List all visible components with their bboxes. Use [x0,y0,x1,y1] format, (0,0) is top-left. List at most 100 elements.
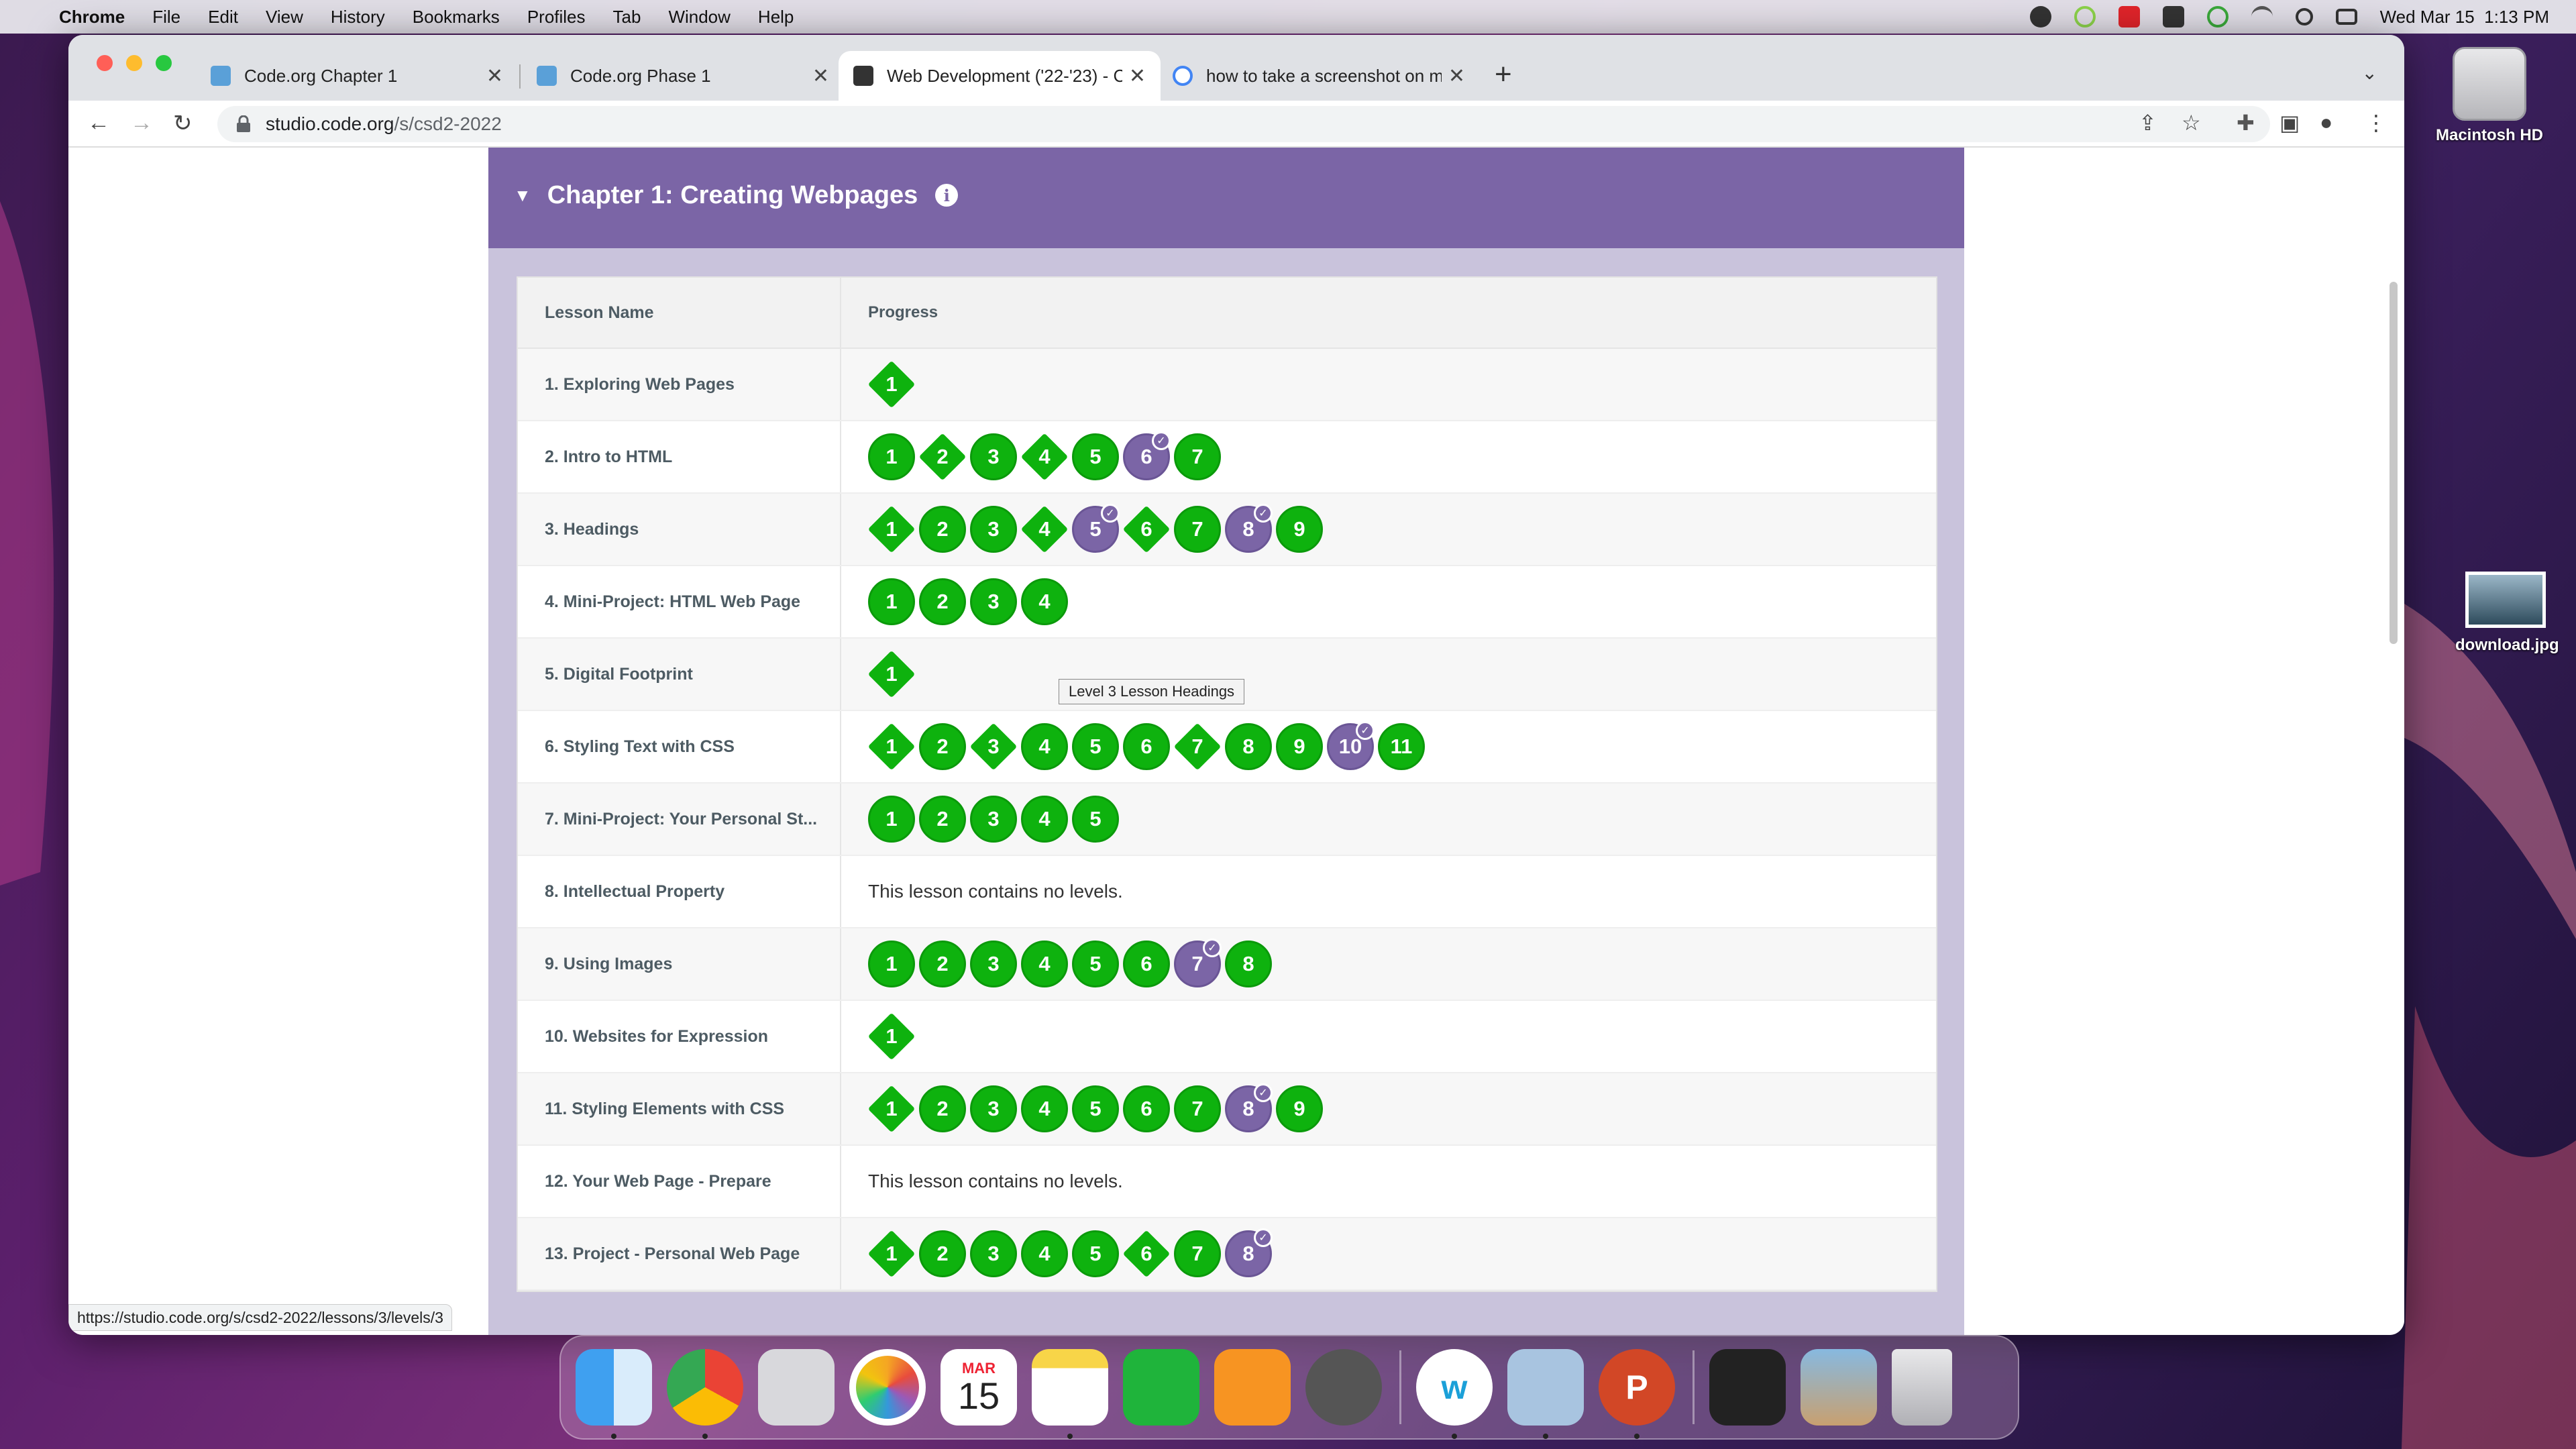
level-bubble[interactable]: 2 [919,433,966,480]
trash-icon[interactable] [1892,1349,1952,1426]
minimize-window-button[interactable] [126,55,142,71]
level-bubble[interactable]: 1 [868,723,915,770]
tab-code-org-phase-1[interactable]: Code.org Phase 1 ✕ [522,51,844,101]
acrobat-icon[interactable] [2118,6,2140,28]
level-bubble[interactable]: 2 [919,796,966,843]
level-bubble[interactable]: 3 [970,1085,1017,1132]
level-bubble[interactable]: 4 [1021,506,1068,553]
lesson-name[interactable]: 8. Intellectual Property [518,856,841,927]
tab-code-org-chapter-1[interactable]: Code.org Chapter 1 ✕ [196,51,518,101]
close-tab-icon[interactable]: ✕ [812,64,829,88]
scrollbar[interactable] [2390,282,2398,644]
menu-tab[interactable]: Tab [613,7,641,28]
level-bubble[interactable]: 1 [868,1230,915,1277]
level-bubble[interactable]: 2 [919,941,966,987]
tab-search-chevron-icon[interactable]: ⌄ [2362,62,2377,84]
level-bubble[interactable]: 2 [919,1230,966,1277]
control-center-icon[interactable] [2335,9,2357,25]
search-icon[interactable] [2295,8,2313,25]
sync-icon[interactable] [2074,6,2096,28]
level-bubble[interactable]: 5 [1072,433,1119,480]
numbers-icon[interactable] [1123,1349,1199,1426]
creative-cloud-icon[interactable] [2029,6,2051,28]
close-tab-icon[interactable]: ✕ [1448,64,1465,88]
pages-icon[interactable] [1214,1349,1291,1426]
level-bubble[interactable]: 5 [1072,941,1119,987]
level-bubble[interactable]: 8 ✓ [1225,1083,1273,1132]
dropbox-icon[interactable] [2162,6,2184,28]
level-bubble[interactable]: 1 [868,796,915,843]
lesson-name[interactable]: 2. Intro to HTML [518,421,841,492]
screen-recording-icon[interactable] [1709,1349,1786,1426]
menu-view[interactable]: View [266,7,303,28]
menu-window[interactable]: Window [668,7,730,28]
chapter-header[interactable]: ▼ Chapter 1: Creating Webpages i [488,148,1964,248]
lesson-name[interactable]: 7. Mini-Project: Your Personal St... [518,784,841,855]
extensions-puzzle-icon[interactable]: ✚ [2237,110,2255,136]
bookmark-star-icon[interactable]: ☆ [2182,110,2201,136]
level-bubble[interactable]: 1 [868,1085,915,1132]
finder-icon[interactable] [576,1349,652,1439]
level-bubble[interactable]: 7 [1174,433,1221,480]
level-bubble[interactable]: 1 [868,506,915,553]
menu-bookmarks[interactable]: Bookmarks [413,7,500,28]
level-bubble[interactable]: 7 [1174,1230,1221,1277]
close-tab-icon[interactable]: ✕ [1129,64,1146,88]
lesson-name[interactable]: 3. Headings [518,494,841,565]
reload-button[interactable]: ↻ [173,110,193,137]
menu-file[interactable]: File [152,7,180,28]
forward-button[interactable]: → [130,110,153,136]
level-bubble[interactable]: 2 [919,578,966,625]
level-bubble[interactable]: 7 [1174,506,1221,553]
close-tab-icon[interactable]: ✕ [486,64,503,88]
menu-edit[interactable]: Edit [208,7,238,28]
close-window-button[interactable] [97,55,113,71]
lesson-name[interactable]: 11. Styling Elements with CSS [518,1073,841,1144]
lesson-name[interactable]: 9. Using Images [518,928,841,1000]
chrome-icon[interactable] [667,1349,743,1439]
level-bubble[interactable]: 1 [868,433,915,480]
zoom-window-button[interactable] [156,55,172,71]
level-bubble[interactable]: 8 ✓ [1225,1228,1273,1277]
lesson-name[interactable]: 1. Exploring Web Pages [518,349,841,420]
level-bubble[interactable]: 3 [970,796,1017,843]
profile-avatar-icon[interactable]: ● [2320,110,2332,135]
more-menu-icon[interactable]: ⋮ [2365,110,2387,136]
level-bubble[interactable]: 9 [1276,723,1323,770]
level-bubble[interactable]: 2 [919,506,966,553]
menu-help[interactable]: Help [758,7,794,28]
level-bubble[interactable]: 3 [970,578,1017,625]
menu-profiles[interactable]: Profiles [527,7,586,28]
level-bubble[interactable]: 6 ✓ [1123,431,1171,480]
info-icon[interactable]: i [935,184,959,207]
level-bubble[interactable]: 4 [1021,941,1068,987]
level-bubble[interactable]: 6 [1123,506,1170,553]
level-bubble[interactable]: 7 ✓ [1174,938,1222,987]
level-bubble[interactable]: 11 [1378,723,1425,770]
lesson-name[interactable]: 13. Project - Personal Web Page [518,1218,841,1289]
powerpoint-icon[interactable]: P [1599,1349,1675,1439]
wifi-icon[interactable] [2251,6,2273,28]
menu-app[interactable]: Chrome [59,7,125,28]
level-bubble[interactable]: 5 ✓ [1072,504,1120,553]
level-bubble[interactable]: 1 [868,361,915,408]
level-bubble[interactable]: 4 [1021,1230,1068,1277]
level-bubble[interactable]: 4 [1021,1085,1068,1132]
level-bubble[interactable]: 3 [970,1230,1017,1277]
level-bubble[interactable]: 6 [1123,941,1170,987]
level-bubble[interactable]: 1 [868,941,915,987]
level-bubble[interactable]: 4 [1021,723,1068,770]
level-bubble[interactable]: 2 [919,1085,966,1132]
notes-icon[interactable] [1032,1349,1108,1439]
lesson-name[interactable]: 4. Mini-Project: HTML Web Page [518,566,841,637]
tab-how-to-screenshot[interactable]: how to take a screenshot on m ✕ [1158,51,1480,101]
level-bubble[interactable]: 6 [1123,1230,1170,1277]
level-bubble[interactable]: 4 [1021,433,1068,480]
desktop-icon-download-jpg[interactable]: download.jpg [2455,572,2559,655]
tab-web-development[interactable]: Web Development ('22-'23) - C ✕ [839,51,1161,101]
level-bubble[interactable]: 5 [1072,723,1119,770]
desktop-photo-icon[interactable] [1801,1349,1877,1426]
launchpad-icon[interactable] [758,1349,835,1426]
side-panel-icon[interactable]: ▣ [2279,110,2300,136]
menu-history[interactable]: History [331,7,385,28]
